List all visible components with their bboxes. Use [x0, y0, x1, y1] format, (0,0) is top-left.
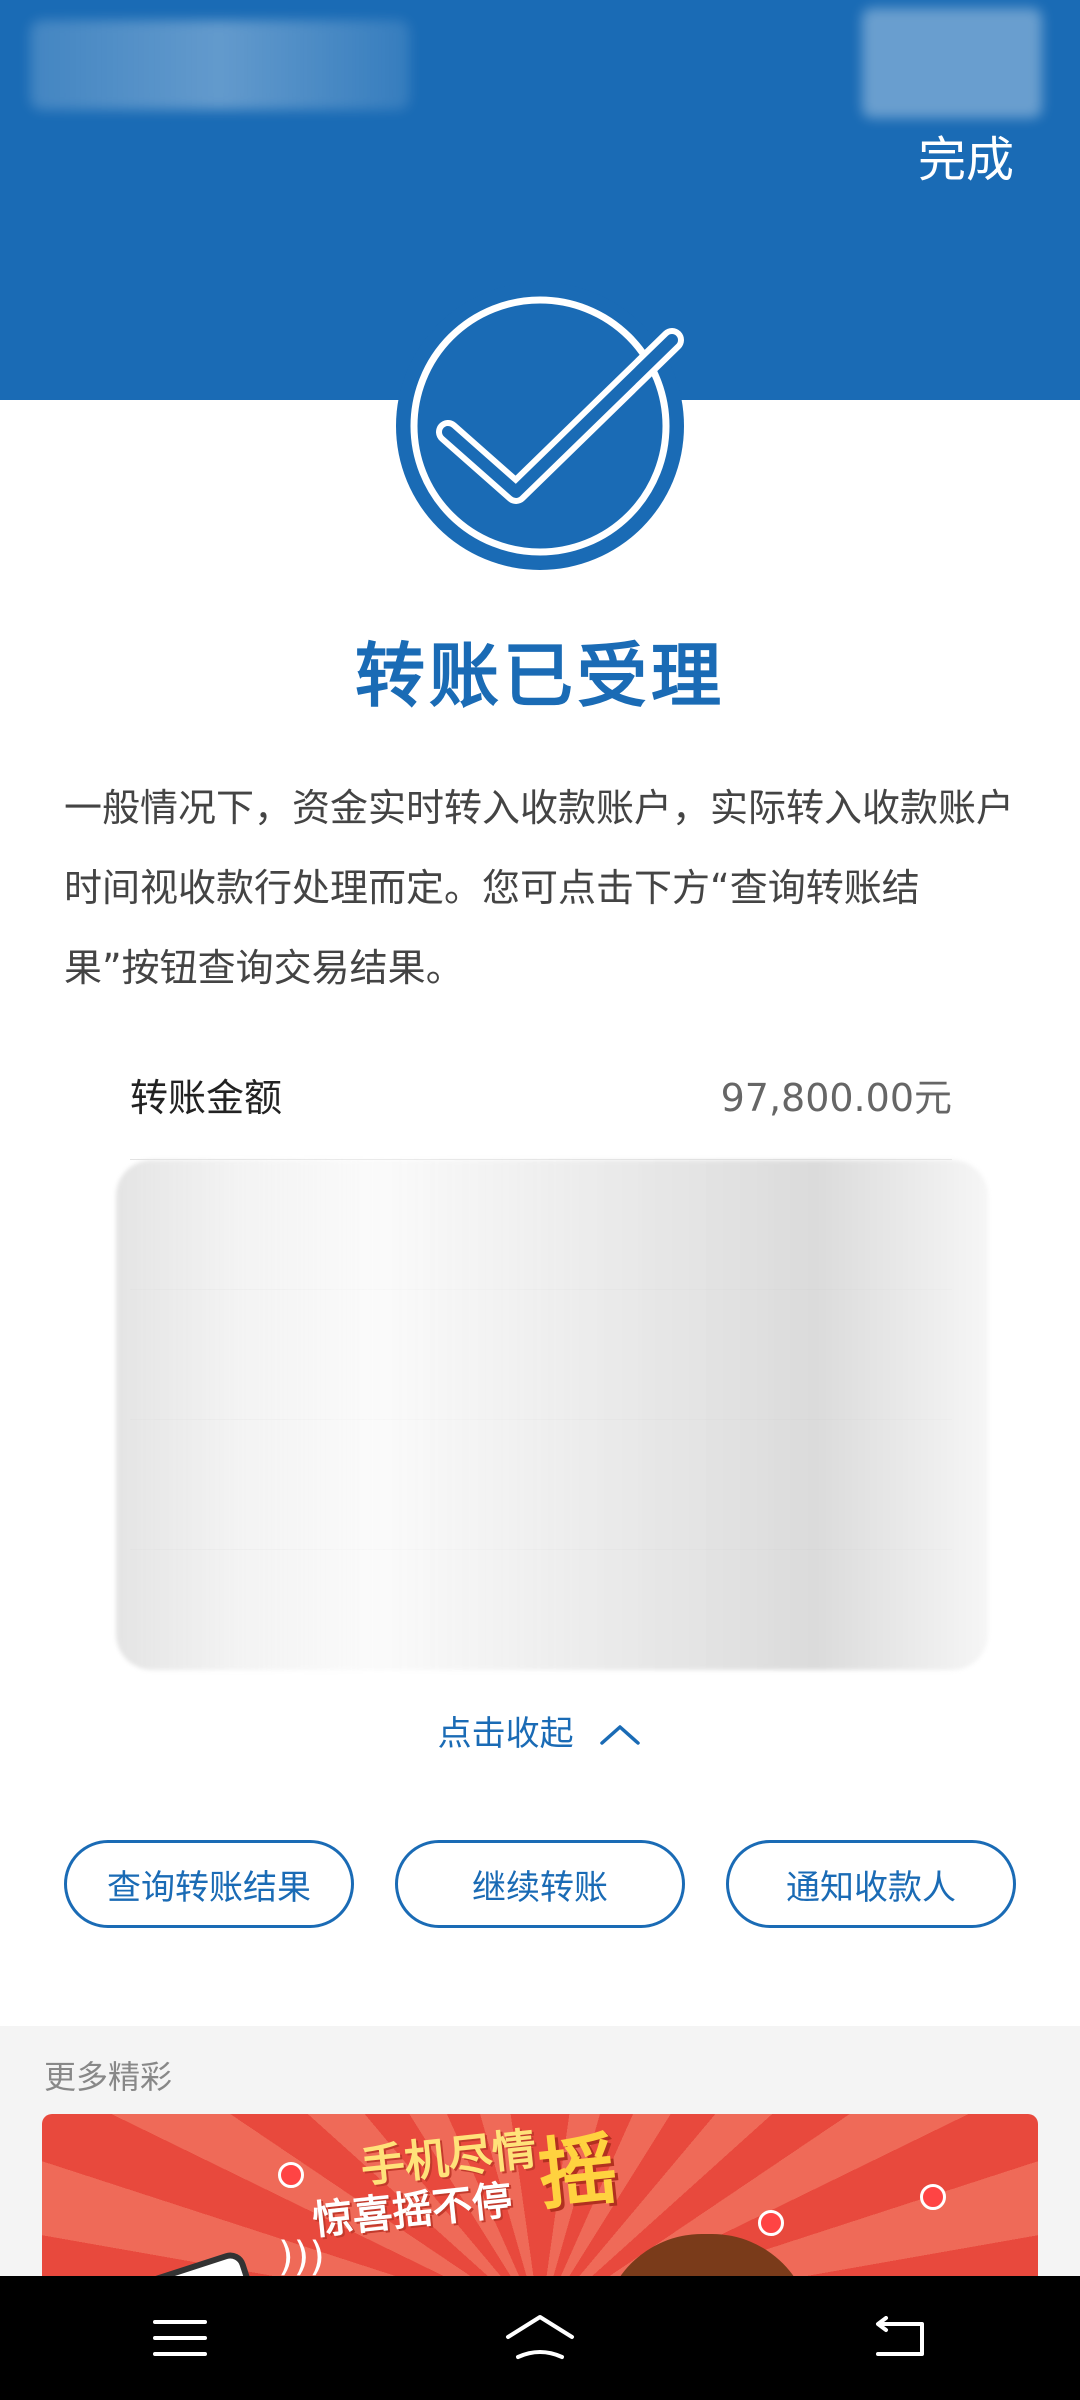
back-icon [876, 2316, 924, 2356]
query-result-button[interactable]: 查询转账结果 [64, 1840, 354, 1928]
red-envelope-icon [278, 2162, 304, 2188]
status-bar-blurred [30, 20, 410, 110]
menu-nav-button[interactable] [120, 2298, 240, 2378]
red-envelope-icon [920, 2184, 946, 2210]
red-envelope-icon [758, 2210, 784, 2236]
menu-icon [153, 2320, 207, 2356]
notify-payee-button[interactable]: 通知收款人 [726, 1840, 1016, 1928]
home-icon [506, 2315, 574, 2359]
action-buttons: 查询转账结果 继续转账 通知收款人 [64, 1840, 1016, 1928]
result-title: 转账已受理 [355, 635, 725, 717]
collapse-toggle[interactable]: 点击收起 [0, 1706, 1080, 1756]
back-nav-button[interactable] [840, 2298, 960, 2378]
privacy-mask [116, 1160, 988, 1670]
status-icons-blurred [862, 8, 1042, 118]
detail-row-amount: 转账金额 97,800.00元 [130, 1030, 952, 1160]
result-description: 一般情况下，资金实时转入收款账户，实际转入收款账户时间视收款行处理而定。您可点击… [64, 786, 1015, 990]
collapse-label: 点击收起 [437, 1714, 574, 1754]
more-section: 更多精彩 手机尽情 惊喜摇不停 摇 ))) [0, 2026, 1080, 2304]
chevron-up-icon [598, 1716, 642, 1756]
shake-waves-icon: ))) [278, 2234, 325, 2280]
more-title: 更多精彩 [44, 2058, 173, 2096]
home-nav-button[interactable] [480, 2298, 600, 2378]
system-nav-bar [0, 2276, 1080, 2400]
success-check-icon [396, 282, 684, 570]
amount-label: 转账金额 [130, 1076, 283, 1120]
banner-line2: 惊喜摇不停 [310, 2177, 515, 2245]
banner-big-char: 摇 [534, 2124, 622, 2222]
continue-transfer-button[interactable]: 继续转账 [395, 1840, 685, 1928]
done-button[interactable]: 完成 [918, 120, 1014, 190]
amount-value: 97,800.00元 [720, 1076, 952, 1120]
